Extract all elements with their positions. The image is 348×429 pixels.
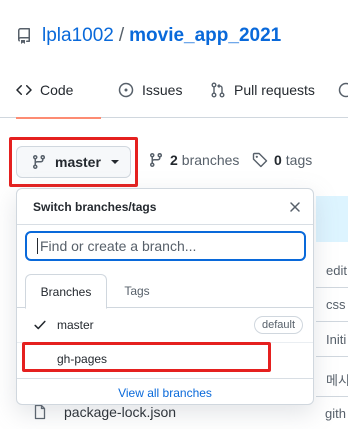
annotation-box-gh-pages: [22, 342, 271, 372]
file-icon: [34, 404, 46, 420]
repo-name-link[interactable]: movie_app_2021: [129, 25, 281, 47]
tab-issues[interactable]: Issues: [118, 62, 182, 118]
repo-owner-link[interactable]: lpla1002: [42, 25, 114, 47]
repo-separator: /: [118, 25, 125, 46]
commit-snippet[interactable]: Initi: [316, 323, 348, 357]
tag-icon: [252, 152, 268, 168]
branch-item-master[interactable]: master default: [17, 309, 313, 341]
issue-icon: [118, 82, 134, 98]
tab-issues-label: Issues: [142, 82, 183, 98]
view-all-branches-link[interactable]: View all branches: [17, 378, 313, 404]
annotation-box-branch-button: [9, 137, 138, 187]
repo-nav-tabs: Code Issues Pull requests: [0, 62, 348, 119]
git-branch-icon: [149, 153, 162, 168]
tab-code[interactable]: Code: [16, 62, 101, 119]
tab-tags[interactable]: Tags: [113, 274, 161, 308]
text-cursor: [37, 238, 38, 254]
commit-snippet[interactable]: edit: [316, 254, 348, 288]
commit-snippet[interactable]: 메시: [316, 363, 348, 397]
tags-count-link[interactable]: 0 tags: [252, 152, 312, 168]
tags-label: tags: [285, 152, 313, 168]
tab-more-overflow[interactable]: [338, 62, 348, 118]
commit-snippet[interactable]: css: [316, 288, 348, 322]
code-icon: [16, 84, 32, 96]
default-badge: default: [253, 316, 303, 334]
file-name: package-lock.json: [64, 404, 177, 420]
repo-header: lpla1002 / movie_app_2021: [16, 22, 281, 50]
branch-name: master: [57, 318, 94, 332]
dropdown-tabs: Branches Tags: [17, 274, 313, 309]
dropdown-title: Switch branches/tags: [33, 199, 157, 214]
tags-count: 0: [274, 152, 282, 168]
branch-switch-dropdown: Switch branches/tags Find or create a br…: [16, 188, 314, 405]
close-icon[interactable]: [287, 199, 303, 215]
tab-branches[interactable]: Branches: [25, 274, 107, 309]
branch-filter-input[interactable]: Find or create a branch...: [25, 231, 306, 261]
file-list-background: edit css Initi 메시: [316, 196, 348, 429]
dropdown-header: Switch branches/tags: [17, 189, 313, 225]
pull-request-icon: [211, 82, 225, 98]
tab-pull-requests-label: Pull requests: [234, 82, 315, 98]
check-icon: [34, 320, 46, 330]
tab-pull-requests[interactable]: Pull requests: [210, 62, 315, 118]
repo-icon: [16, 28, 32, 44]
branches-count: 2: [170, 152, 178, 168]
branches-count-link[interactable]: 2 branches: [148, 152, 239, 168]
branches-label: branches: [181, 152, 240, 168]
branch-filter-placeholder: Find or create a branch...: [40, 238, 197, 254]
commit-snippet[interactable]: gith: [325, 406, 346, 421]
tab-code-label: Code: [40, 82, 74, 98]
circle-play-icon: [338, 82, 348, 98]
file-row-package-lock[interactable]: package-lock.json: [32, 404, 176, 420]
